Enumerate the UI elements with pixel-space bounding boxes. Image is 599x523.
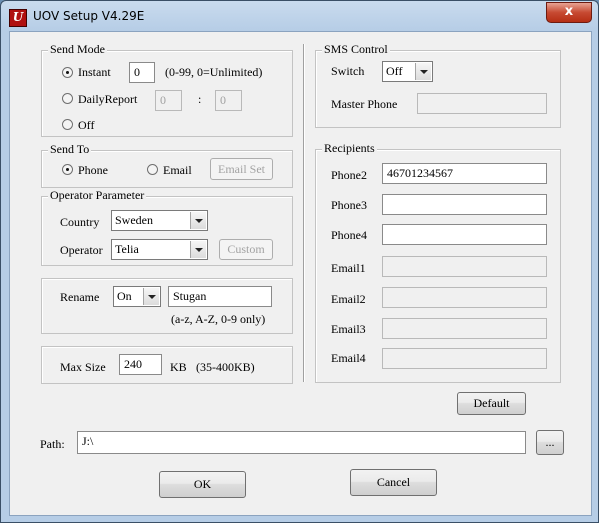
dialog-body: Send Mode Instant 0 (0-99, 0=Unlimited) … xyxy=(9,31,592,516)
country-value: Sweden xyxy=(115,213,153,227)
operator-value: Telia xyxy=(115,242,139,256)
max-size-unit: KB xyxy=(170,360,187,374)
send-to-legend: Send To xyxy=(48,142,92,156)
country-label: Country xyxy=(60,215,100,229)
title-bar: U UOV Setup V4.29E x xyxy=(1,1,598,31)
phone4-label: Phone4 xyxy=(331,228,367,242)
email1-label: Email1 xyxy=(331,261,366,275)
send-mode-legend: Send Mode xyxy=(48,42,107,56)
email1-input[interactable] xyxy=(382,256,547,277)
browse-button[interactable]: ... xyxy=(536,430,564,455)
email3-input[interactable] xyxy=(382,318,547,339)
sms-control-legend: SMS Control xyxy=(322,42,390,56)
path-input[interactable]: J:\ xyxy=(77,431,526,454)
vertical-divider xyxy=(303,44,304,382)
max-size-input[interactable]: 240 xyxy=(119,354,162,375)
email4-label: Email4 xyxy=(331,351,366,365)
switch-label: Switch xyxy=(331,64,365,78)
ok-button[interactable]: OK xyxy=(159,471,246,498)
phone2-input[interactable]: 46701234567 xyxy=(382,163,547,184)
chevron-down-icon xyxy=(143,288,159,305)
phone3-input[interactable] xyxy=(382,194,547,215)
path-label: Path: xyxy=(40,437,65,451)
window-title: UOV Setup V4.29E xyxy=(33,9,145,23)
rename-hint: (a-z, A-Z, 0-9 only) xyxy=(171,312,266,326)
custom-button[interactable]: Custom xyxy=(219,239,273,260)
instant-hint: (0-99, 0=Unlimited) xyxy=(165,65,263,79)
setup-window: U UOV Setup V4.29E x Send Mode Instant 0… xyxy=(0,0,599,523)
rename-name-input[interactable]: Stugan xyxy=(168,286,272,307)
daily-report-hour-input[interactable]: 0 xyxy=(155,90,182,111)
default-button[interactable]: Default xyxy=(457,392,526,415)
phone4-input[interactable] xyxy=(382,224,547,245)
master-phone-label: Master Phone xyxy=(331,97,398,111)
operator-legend: Operator Parameter xyxy=(48,188,147,202)
rename-label: Rename xyxy=(60,290,100,304)
sms-control-group xyxy=(315,50,561,128)
email2-input[interactable] xyxy=(382,287,547,308)
instant-radio[interactable] xyxy=(62,67,73,78)
max-size-hint: (35-400KB) xyxy=(196,360,255,374)
phone-radio[interactable] xyxy=(62,164,73,175)
phone-radio-label: Phone xyxy=(78,163,108,177)
operator-select[interactable]: Telia xyxy=(111,239,208,260)
email4-input[interactable] xyxy=(382,348,547,369)
chevron-down-icon xyxy=(415,63,431,80)
switch-select[interactable]: Off xyxy=(382,61,433,82)
phone3-label: Phone3 xyxy=(331,198,367,212)
recipients-legend: Recipients xyxy=(322,141,377,155)
email3-label: Email3 xyxy=(331,322,366,336)
email-radio[interactable] xyxy=(147,164,158,175)
master-phone-input[interactable] xyxy=(417,93,547,114)
rename-mode-select[interactable]: On xyxy=(113,286,161,307)
email-set-button[interactable]: Email Set xyxy=(210,158,273,180)
operator-label: Operator xyxy=(60,243,103,257)
email2-label: Email2 xyxy=(331,292,366,306)
chevron-down-icon xyxy=(190,241,206,258)
phone2-label: Phone2 xyxy=(331,168,367,182)
daily-report-radio[interactable] xyxy=(62,93,73,104)
instant-count-input[interactable]: 0 xyxy=(129,62,155,83)
switch-value: Off xyxy=(386,64,403,78)
instant-label: Instant xyxy=(78,65,111,79)
daily-report-label: DailyReport xyxy=(78,92,138,106)
email-radio-label: Email xyxy=(163,163,192,177)
daily-report-minute-input[interactable]: 0 xyxy=(215,90,242,111)
off-label: Off xyxy=(78,118,95,132)
max-size-label: Max Size xyxy=(60,360,106,374)
cancel-button[interactable]: Cancel xyxy=(350,469,437,496)
rename-mode-value: On xyxy=(117,289,132,303)
off-radio[interactable] xyxy=(62,119,73,130)
app-logo-icon: U xyxy=(9,9,27,27)
close-button[interactable]: x xyxy=(546,2,592,23)
country-select[interactable]: Sweden xyxy=(111,210,208,231)
time-separator: : xyxy=(198,92,202,106)
chevron-down-icon xyxy=(190,212,206,229)
